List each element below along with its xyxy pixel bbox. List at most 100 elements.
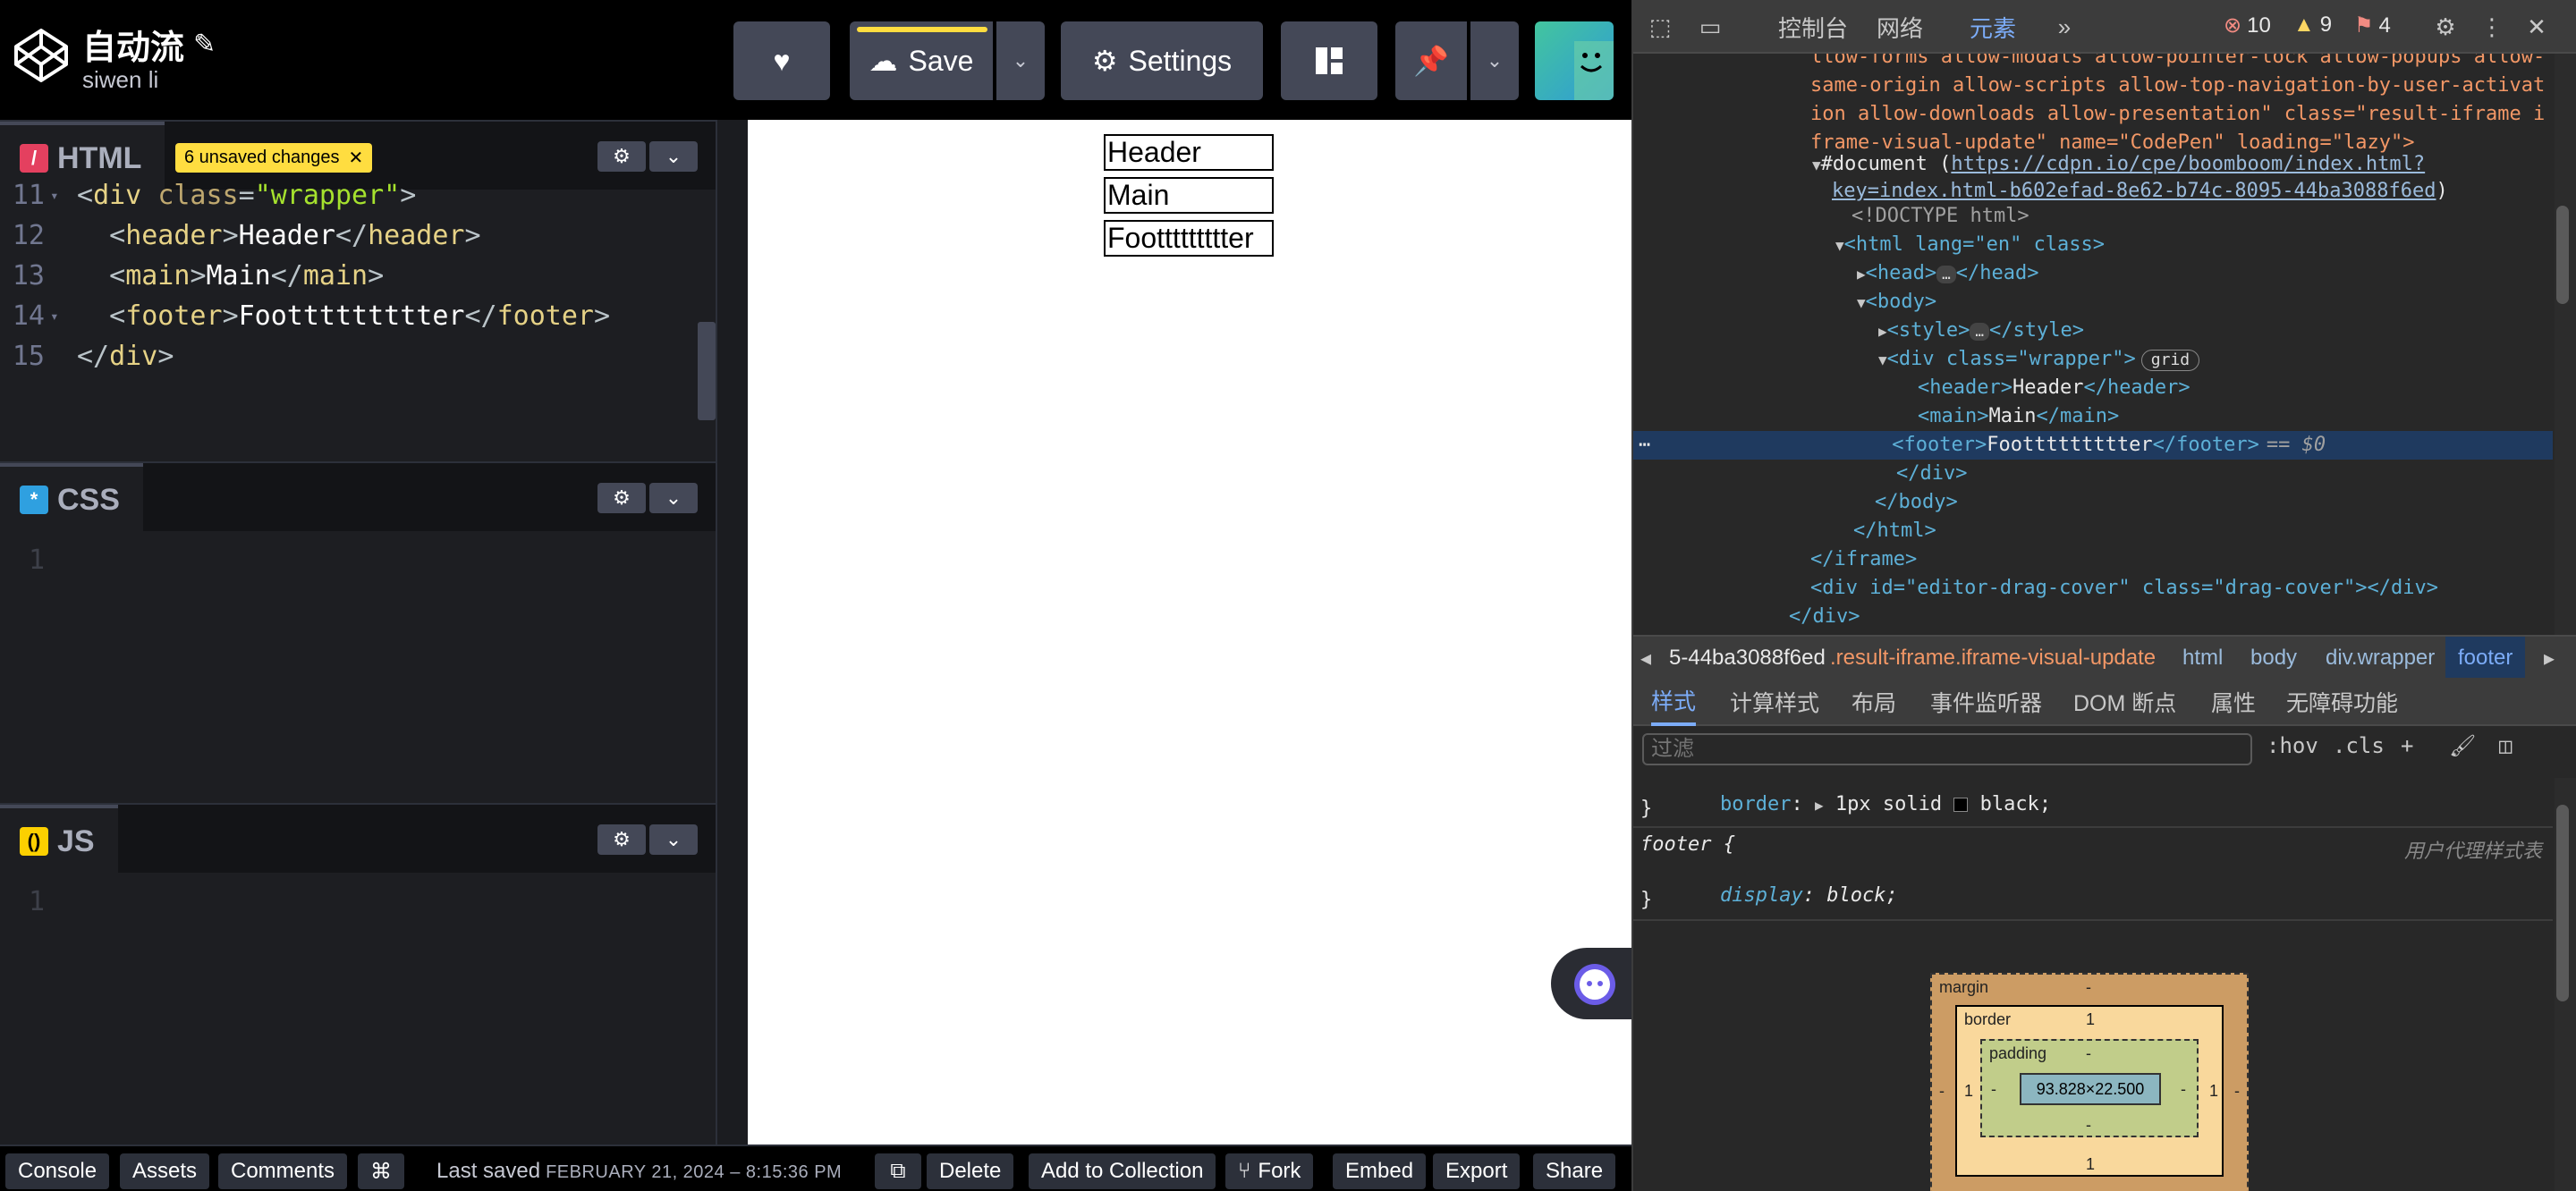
gear-icon[interactable]: ⚙ [2431, 13, 2460, 41]
save-button[interactable]: ☁ Save [850, 21, 993, 100]
document-url-link[interactable]: https://cdpn.io/cpe/boomboom/index.html? [1951, 153, 2425, 175]
pen-title[interactable]: 自动流 ✎ [82, 20, 216, 69]
dom-line[interactable]: </body> [1875, 488, 1958, 517]
fork-button[interactable]: ⑂ Fork [1225, 1153, 1314, 1189]
assistant-face-icon[interactable] [1574, 964, 1615, 1005]
styles-filter-input[interactable] [1642, 733, 2252, 765]
settings-button[interactable]: ⚙ Settings [1061, 21, 1263, 100]
delete-button[interactable]: Delete [927, 1153, 1014, 1189]
assets-button[interactable]: Assets [120, 1153, 210, 1189]
breadcrumb-scroll-left-icon[interactable]: ◂ [1640, 637, 1651, 680]
border-right-value[interactable]: 1 [2209, 1082, 2218, 1101]
tab-accessibility[interactable]: 无障碍功能 [2286, 678, 2398, 726]
tab-network[interactable]: 网络 [1877, 0, 1923, 54]
padding-top-value[interactable]: - [2086, 1044, 2091, 1063]
grid-badge[interactable]: grid [2140, 350, 2200, 371]
padding-bottom-value[interactable]: - [2086, 1116, 2091, 1135]
expanded-arrow-icon[interactable]: ▼ [1835, 237, 1844, 254]
border-left-value[interactable]: 1 [1964, 1082, 1973, 1101]
tab-event-listeners[interactable]: 事件监听器 [1930, 678, 2042, 726]
padding-right-value[interactable]: - [2181, 1080, 2186, 1099]
margin-top-value[interactable]: - [2086, 978, 2091, 997]
html-options-button[interactable]: ⌄ [649, 141, 698, 172]
change-view-button[interactable] [1281, 21, 1377, 100]
collapsed-arrow-icon[interactable]: ▶ [1878, 323, 1887, 340]
pin-dropdown-button[interactable]: ⌄ [1470, 21, 1519, 100]
padding-left-value[interactable]: - [1991, 1080, 1996, 1099]
ellipsis-icon[interactable]: … [1970, 323, 1989, 341]
class-toggle[interactable]: .cls [2333, 733, 2385, 758]
more-icon[interactable]: ⋯ [1633, 434, 1650, 456]
add-rule-icon[interactable]: + [2401, 733, 2413, 758]
styles-scrollbar-thumb[interactable] [2556, 805, 2569, 1001]
resize-gutter[interactable] [716, 120, 748, 1145]
pen-author[interactable]: siwen li [82, 66, 158, 94]
breadcrumb-item[interactable]: 5-44ba3088f6ed [1669, 637, 1826, 680]
dom-line[interactable]: ▶<head>… </head> [1857, 259, 2038, 288]
tab-elements[interactable]: 元素 [1970, 0, 2016, 54]
css-editor-tab[interactable]: * CSS [0, 463, 143, 533]
collapsed-arrow-icon[interactable]: ▶ [1857, 266, 1866, 283]
dom-line[interactable]: </div> [1789, 603, 1860, 631]
error-count[interactable]: ⊗ 10 [2224, 13, 2271, 38]
dom-line[interactable]: ▼#document (https://cdpn.io/cpe/boomboom… [1812, 150, 2425, 179]
dom-line[interactable]: <!DOCTYPE html> [1852, 202, 2029, 231]
dom-line[interactable]: ▼<div class="wrapper"> grid [1878, 345, 2200, 374]
close-icon[interactable]: ✕ [348, 147, 363, 169]
margin-right-value[interactable]: - [2234, 1082, 2240, 1101]
border-bottom-value[interactable]: 1 [2086, 1155, 2095, 1174]
js-code-area[interactable]: 1 [0, 882, 716, 922]
paint-brush-icon[interactable]: 🖌 [2449, 733, 2476, 758]
pin-button[interactable]: 📌 [1395, 21, 1467, 100]
breadcrumb-item[interactable]: .result-iframe.iframe-visual-update [1830, 637, 2156, 680]
dom-line[interactable]: ▶<style>… </style> [1878, 317, 2084, 345]
breadcrumb-item[interactable]: body [2250, 637, 2297, 680]
unsaved-changes-badge[interactable]: 6 unsaved changes ✕ [175, 143, 373, 173]
tab-computed[interactable]: 计算样式 [1730, 678, 1819, 726]
tab-layout[interactable]: 布局 [1852, 678, 1896, 726]
inspect-element-icon[interactable]: ⬚ [1646, 13, 1674, 41]
user-avatar[interactable] [1535, 21, 1614, 100]
embed-button[interactable]: Embed [1333, 1153, 1427, 1189]
tab-properties[interactable]: 属性 [2211, 678, 2256, 726]
expand-shorthand-icon[interactable]: ▶ [1815, 797, 1824, 814]
tab-dom-breakpoints[interactable]: DOM 断点 [2073, 678, 2176, 726]
expanded-arrow-icon[interactable]: ▼ [1878, 351, 1887, 368]
dom-line[interactable]: <div id="editor-drag-cover" class="drag-… [1810, 574, 2438, 603]
open-external-button[interactable]: ⧉ [875, 1153, 921, 1189]
dom-line[interactable]: <header>Header</header> [1918, 374, 2190, 402]
breadcrumb-scroll-right-icon[interactable]: ▸ [2544, 637, 2555, 680]
js-settings-button[interactable]: ⚙ [597, 824, 646, 855]
ellipsis-icon[interactable]: … [1936, 266, 1956, 283]
css-options-button[interactable]: ⌄ [649, 483, 698, 513]
issue-count[interactable]: ⚑ 4 [2354, 13, 2391, 38]
fold-arrow-icon[interactable]: ▾ [50, 187, 77, 204]
footer-selector[interactable]: footer { [1640, 833, 1735, 856]
share-button[interactable]: Share [1533, 1153, 1616, 1189]
css-settings-button[interactable]: ⚙ [597, 483, 646, 513]
dom-line[interactable]: </html> [1853, 517, 1936, 545]
console-button[interactable]: Console [5, 1153, 110, 1189]
love-button[interactable]: ♥ [733, 21, 830, 100]
comments-button[interactable]: Comments [218, 1153, 348, 1189]
export-button[interactable]: Export [1433, 1153, 1521, 1189]
dom-tree[interactable]: llow-forms allow-modals allow-pointer-lo… [1633, 54, 2555, 635]
dom-scrollbar-thumb[interactable] [2556, 206, 2569, 304]
breadcrumb-item-active[interactable]: footer [2445, 637, 2526, 680]
toggle-sidebar-icon[interactable]: ◫ [2499, 733, 2512, 758]
close-icon[interactable]: ✕ [2522, 13, 2551, 41]
breadcrumb-item[interactable]: div.wrapper [2326, 637, 2435, 680]
dom-line[interactable]: ▼<body> [1857, 288, 1936, 317]
html-editor-scrollbar[interactable] [698, 322, 716, 420]
more-options-icon[interactable]: ⋮ [2478, 13, 2506, 41]
warning-count[interactable]: ▲ 9 [2293, 13, 2332, 38]
dom-scrollbar[interactable] [2555, 54, 2576, 635]
add-to-collection-button[interactable]: Add to Collection [1029, 1153, 1216, 1189]
fold-arrow-icon[interactable]: ▾ [50, 308, 77, 325]
pencil-icon[interactable]: ✎ [193, 29, 216, 60]
tab-styles[interactable]: 样式 [1651, 678, 1697, 726]
breadcrumb-item[interactable]: html [2182, 637, 2223, 680]
hover-state-toggle[interactable]: :hov [2267, 733, 2318, 758]
js-editor-tab[interactable]: () JS [0, 805, 118, 874]
dom-line-selected[interactable]: ⋯ <footer>Foottttttttter</footer> == $0 [1633, 431, 2326, 460]
